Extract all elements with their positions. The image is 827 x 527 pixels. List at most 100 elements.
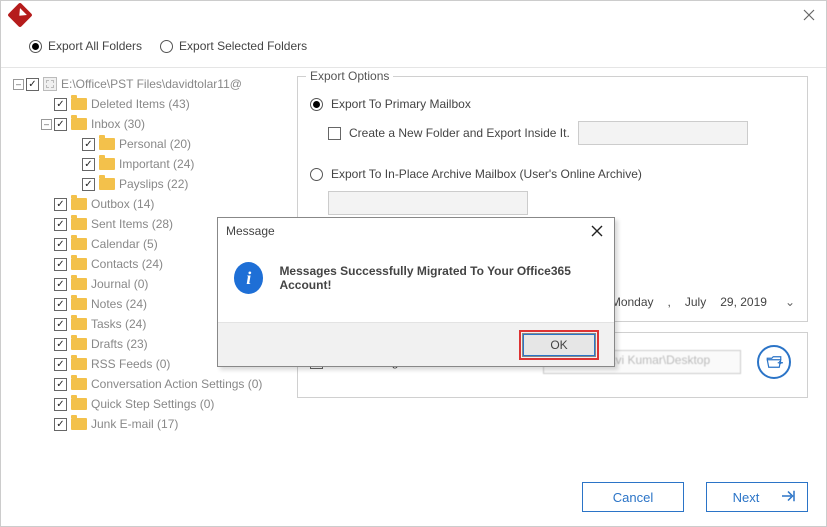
tree-item[interactable]: – Inbox (30) [13, 114, 289, 134]
tree-item-label: RSS Feeds (0) [91, 357, 170, 371]
tree-checkbox[interactable] [54, 218, 67, 231]
collapse-icon[interactable]: – [13, 79, 24, 90]
pst-root-icon [43, 77, 57, 91]
folder-icon [71, 338, 87, 350]
ok-label: OK [550, 338, 567, 352]
tree-item-label: Tasks (24) [91, 317, 146, 331]
tree-item[interactable]: Outbox (14) [13, 194, 289, 214]
folder-icon [71, 278, 87, 290]
date-dayname: Monday [611, 295, 654, 309]
export-all-label: Export All Folders [48, 39, 142, 53]
folder-icon [99, 178, 115, 190]
folder-icon [71, 118, 87, 130]
tree-checkbox[interactable] [54, 418, 67, 431]
info-icon: i [234, 262, 263, 294]
cancel-label: Cancel [613, 490, 653, 505]
tree-item[interactable]: Junk E-mail (17) [13, 414, 289, 434]
date-picker[interactable]: Monday , July 29, 2019 ⌄ [611, 295, 795, 309]
tree-item[interactable]: Important (24) [13, 154, 289, 174]
chevron-down-icon[interactable]: ⌄ [785, 295, 795, 309]
tree-item-label: Conversation Action Settings (0) [91, 377, 262, 391]
folder-icon [99, 158, 115, 170]
folder-icon [71, 98, 87, 110]
tree-checkbox[interactable] [54, 298, 67, 311]
tree-item-label: Drafts (23) [91, 337, 148, 351]
create-folder-checkbox[interactable]: Create a New Folder and Export Inside It… [328, 121, 795, 145]
next-label: Next [733, 490, 760, 505]
tree-checkbox[interactable] [82, 138, 95, 151]
tree-item-label: Journal (0) [91, 277, 148, 291]
tree-item[interactable]: Payslips (22) [13, 174, 289, 194]
tree-checkbox[interactable] [54, 118, 67, 131]
tree-item[interactable]: Conversation Action Settings (0) [13, 374, 289, 394]
export-archive-label: Export To In-Place Archive Mailbox (User… [331, 167, 642, 181]
tree-item-label: Outbox (14) [91, 197, 154, 211]
dialog-close-button[interactable] [588, 222, 606, 240]
browse-location-button[interactable] [757, 345, 791, 379]
tree-checkbox[interactable] [54, 238, 67, 251]
archive-folder-input[interactable] [328, 191, 528, 215]
tree-item[interactable]: Personal (20) [13, 134, 289, 154]
export-primary-radio[interactable]: Export To Primary Mailbox [310, 97, 795, 111]
export-all-radio[interactable]: Export All Folders [29, 39, 142, 53]
folder-icon [71, 198, 87, 210]
dialog-titlebar: Message [218, 218, 614, 244]
radio-icon [310, 168, 323, 181]
export-mode-row: Export All Folders Export Selected Folde… [1, 29, 826, 68]
tree-item-label: Important (24) [119, 157, 194, 171]
tree-checkbox[interactable] [26, 78, 39, 91]
tree-checkbox[interactable] [54, 358, 67, 371]
checkbox-icon [328, 127, 341, 140]
create-folder-input[interactable] [578, 121, 748, 145]
tree-item-label: Calendar (5) [91, 237, 158, 251]
date-sep: , [668, 295, 671, 309]
cancel-button[interactable]: Cancel [582, 482, 684, 512]
window-close-button[interactable] [800, 6, 818, 24]
export-selected-label: Export Selected Folders [179, 39, 307, 53]
next-button[interactable]: Next [706, 482, 808, 512]
dialog-title: Message [226, 224, 275, 238]
folder-icon [71, 218, 87, 230]
tree-item-label: Deleted Items (43) [91, 97, 190, 111]
export-selected-radio[interactable]: Export Selected Folders [160, 39, 307, 53]
tree-item[interactable]: Deleted Items (43) [13, 94, 289, 114]
app-logo-icon [7, 2, 32, 27]
tree-checkbox[interactable] [54, 378, 67, 391]
tree-item-label: Junk E-mail (17) [91, 417, 178, 431]
tree-checkbox[interactable] [54, 258, 67, 271]
tree-checkbox[interactable] [54, 318, 67, 331]
tree-item-label: Payslips (22) [119, 177, 188, 191]
radio-icon [310, 98, 323, 111]
folder-icon [71, 298, 87, 310]
export-archive-radio[interactable]: Export To In-Place Archive Mailbox (User… [310, 167, 795, 181]
tree-root-label: E:\Office\PST Files\davidtolar11@ [61, 77, 242, 91]
radio-icon [160, 40, 173, 53]
folder-icon [99, 138, 115, 150]
collapse-icon[interactable]: – [41, 119, 52, 130]
tree-checkbox[interactable] [54, 398, 67, 411]
footer-buttons: Cancel Next [582, 482, 808, 512]
folder-icon [71, 378, 87, 390]
export-options-title: Export Options [306, 69, 393, 83]
dialog-message: Messages Successfully Migrated To Your O… [279, 264, 598, 292]
tree-checkbox[interactable] [54, 278, 67, 291]
tree-item-label: Personal (20) [119, 137, 191, 151]
ok-button[interactable]: OK [522, 333, 596, 357]
tree-item-label: Notes (24) [91, 297, 147, 311]
tree-checkbox[interactable] [82, 178, 95, 191]
tree-root[interactable]: – E:\Office\PST Files\davidtolar11@ [13, 74, 289, 94]
tree-item-label: Inbox (30) [91, 117, 145, 131]
tree-item[interactable]: Quick Step Settings (0) [13, 394, 289, 414]
tree-item-label: Sent Items (28) [91, 217, 173, 231]
export-primary-label: Export To Primary Mailbox [331, 97, 471, 111]
folder-icon [71, 358, 87, 370]
tree-checkbox[interactable] [54, 338, 67, 351]
tree-checkbox[interactable] [54, 198, 67, 211]
folder-icon [71, 318, 87, 330]
tree-item-label: Contacts (24) [91, 257, 163, 271]
date-dom: 29, 2019 [720, 295, 767, 309]
tree-checkbox[interactable] [82, 158, 95, 171]
tree-checkbox[interactable] [54, 98, 67, 111]
message-dialog: Message i Messages Successfully Migrated… [217, 217, 615, 367]
folder-icon [71, 398, 87, 410]
